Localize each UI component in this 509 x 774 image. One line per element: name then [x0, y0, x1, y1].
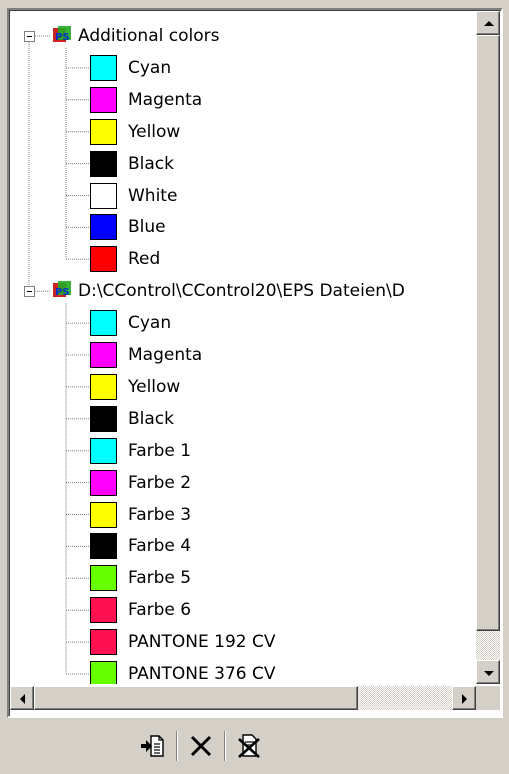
tree-connector-lines: [28, 35, 90, 675]
vertical-scroll-thumb[interactable]: [476, 35, 500, 631]
color-label: Farbe 1: [128, 440, 192, 461]
color-swatch: [90, 54, 117, 81]
color-tree-panel: PS Additional colors Cyan Magenta Yellow Blac…: [0, 0, 509, 774]
color-label: Blue: [128, 217, 166, 238]
color-list-item[interactable]: Farbe 5: [90, 564, 193, 592]
color-list-item[interactable]: Magenta: [90, 86, 204, 114]
color-label: Farbe 2: [128, 472, 192, 493]
color-swatch: [90, 342, 117, 368]
color-label: Yellow: [128, 121, 181, 142]
color-swatch: [90, 310, 117, 337]
group-label: Additional colors: [78, 26, 220, 46]
toolbar-separator: [176, 731, 178, 761]
scroll-right-button[interactable]: [452, 686, 476, 710]
import-colors-button[interactable]: [134, 727, 172, 765]
tree-group-node[interactable]: Additional colors: [76, 22, 221, 50]
color-list-item[interactable]: Cyan: [90, 309, 173, 337]
color-swatch: [90, 533, 117, 560]
color-label: Red: [128, 249, 161, 270]
color-label: White: [128, 185, 178, 206]
color-label: Farbe 6: [128, 600, 192, 621]
tree-viewport: PS Additional colors Cyan Magenta Yellow Blac…: [10, 11, 475, 684]
color-list-item[interactable]: Black: [90, 150, 176, 178]
color-label: Cyan: [128, 57, 172, 78]
arrow-left-icon: [20, 694, 25, 704]
color-list-item[interactable]: Farbe 6: [90, 596, 193, 624]
color-list-item[interactable]: Farbe 2: [90, 469, 193, 497]
color-list-item[interactable]: Farbe 1: [90, 437, 193, 465]
color-swatch: [90, 182, 117, 209]
color-swatch: [90, 437, 117, 464]
color-tree-view[interactable]: PS Additional colors Cyan Magenta Yellow Blac…: [7, 8, 503, 718]
color-swatch: [90, 661, 117, 684]
toolbar-separator: [224, 731, 226, 761]
color-label: Magenta: [128, 89, 203, 110]
color-label: Magenta: [128, 345, 203, 365]
horizontal-scroll-thumb[interactable]: [34, 686, 358, 710]
color-swatch: [90, 214, 117, 241]
color-list-item[interactable]: Yellow: [90, 373, 182, 401]
svg-text:PS: PS: [55, 287, 70, 298]
color-swatch: [90, 565, 117, 592]
svg-text:PS: PS: [55, 32, 70, 43]
color-group-icon: PS: [53, 26, 71, 43]
color-label: Farbe 4: [128, 536, 192, 557]
group-label: D:\CControl\CControl20\EPS Dateien\D: [78, 281, 405, 302]
color-label: Black: [128, 408, 174, 429]
color-list-item[interactable]: Farbe 3: [90, 501, 193, 529]
collapse-toggle-icon[interactable]: [24, 286, 35, 298]
tree-group-node[interactable]: D:\CControl\CControl20\EPS Dateien\D: [76, 277, 407, 305]
color-group-icon: PS: [53, 281, 71, 298]
color-swatch: [90, 501, 117, 528]
arrow-up-icon: [484, 21, 494, 26]
color-list-item[interactable]: Cyan: [90, 54, 173, 82]
color-list-item[interactable]: PANTONE 192 CV: [90, 628, 278, 656]
scroll-left-button[interactable]: [10, 686, 34, 710]
color-list-item[interactable]: PANTONE 376 CV: [90, 660, 278, 684]
scroll-down-button[interactable]: [476, 660, 500, 684]
color-list-item[interactable]: Magenta: [90, 341, 204, 369]
color-label: Farbe 3: [128, 504, 192, 525]
color-swatch: [90, 373, 117, 400]
color-list-item[interactable]: Blue: [90, 213, 168, 241]
scrollbar-corner: [476, 686, 500, 710]
color-swatch: [90, 118, 117, 145]
color-swatch: [90, 629, 117, 656]
vertical-scrollbar[interactable]: [476, 11, 500, 684]
color-label: Farbe 5: [128, 568, 192, 589]
color-list-item[interactable]: Yellow: [90, 118, 182, 146]
color-list-item[interactable]: Farbe 4: [90, 532, 193, 560]
color-label: PANTONE 376 CV: [128, 664, 276, 684]
color-swatch: [90, 405, 117, 432]
color-label: Black: [128, 153, 174, 174]
color-label: Cyan: [128, 313, 172, 334]
color-swatch: [90, 150, 117, 177]
delete-all-icon: [238, 734, 260, 758]
color-swatch: [90, 86, 117, 113]
color-swatch: [90, 246, 117, 273]
color-label: Yellow: [128, 376, 181, 397]
color-list-item[interactable]: Red: [90, 245, 162, 273]
arrow-right-icon: [462, 694, 467, 704]
collapse-toggle-icon[interactable]: [24, 31, 35, 42]
horizontal-scrollbar[interactable]: [10, 686, 476, 710]
color-list-item[interactable]: White: [90, 182, 179, 210]
delete-all-button[interactable]: [230, 727, 268, 765]
x-delete-icon: [190, 735, 212, 757]
color-toolbar: [130, 724, 272, 768]
color-swatch: [90, 469, 117, 496]
color-label: PANTONE 192 CV: [128, 632, 276, 653]
delete-button[interactable]: [182, 727, 220, 765]
arrow-down-icon: [484, 671, 494, 676]
scroll-up-button[interactable]: [476, 11, 500, 35]
import-document-icon: [141, 735, 164, 757]
color-swatch: [90, 597, 117, 624]
color-list-item[interactable]: Black: [90, 405, 176, 433]
